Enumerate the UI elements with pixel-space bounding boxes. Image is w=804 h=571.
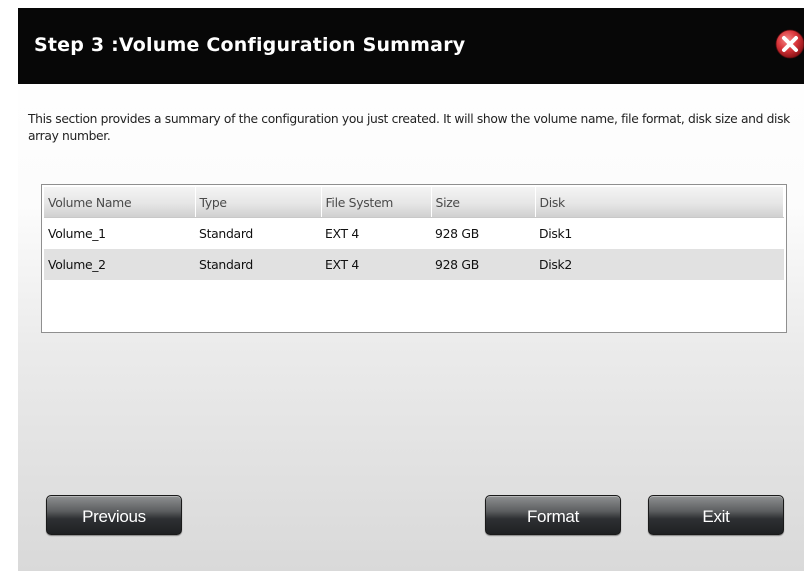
table-row[interactable]: Volume_2 Standard EXT 4 928 GB Disk2 <box>44 249 784 280</box>
column-header-type[interactable]: Type <box>195 187 322 218</box>
cell-disk: Disk2 <box>535 249 784 280</box>
cell-disk: Disk1 <box>535 217 784 249</box>
volume-summary-dialog: Step 3 :Volume Configuration Summary Thi… <box>18 8 804 571</box>
section-description: This section provides a summary of the c… <box>28 112 790 143</box>
format-button[interactable]: Format <box>485 495 621 535</box>
exit-button[interactable]: Exit <box>648 495 784 535</box>
volume-table: Volume Name Type File System Size Disk V… <box>41 184 787 333</box>
previous-button[interactable]: Previous <box>46 495 182 535</box>
cell-type: Standard <box>195 217 321 249</box>
column-header-disk[interactable]: Disk <box>535 187 784 218</box>
close-icon <box>775 29 804 59</box>
title-bar: Step 3 :Volume Configuration Summary <box>18 8 804 84</box>
cell-volume-name: Volume_1 <box>44 217 195 249</box>
column-header-file-system[interactable]: File System <box>321 187 432 218</box>
cell-volume-name: Volume_2 <box>44 249 195 280</box>
cell-file-system: EXT 4 <box>321 249 431 280</box>
dialog-title: Step 3 :Volume Configuration Summary <box>34 34 466 56</box>
column-header-volume-name[interactable]: Volume Name <box>44 187 196 218</box>
cell-size: 928 GB <box>431 249 535 280</box>
cell-file-system: EXT 4 <box>321 217 431 249</box>
column-header-size[interactable]: Size <box>431 187 536 218</box>
table-row[interactable]: Volume_1 Standard EXT 4 928 GB Disk1 <box>44 217 784 249</box>
close-button[interactable] <box>775 29 804 59</box>
cell-size: 928 GB <box>431 217 535 249</box>
cell-type: Standard <box>195 249 321 280</box>
table-header-row: Volume Name Type File System Size Disk <box>44 187 784 218</box>
